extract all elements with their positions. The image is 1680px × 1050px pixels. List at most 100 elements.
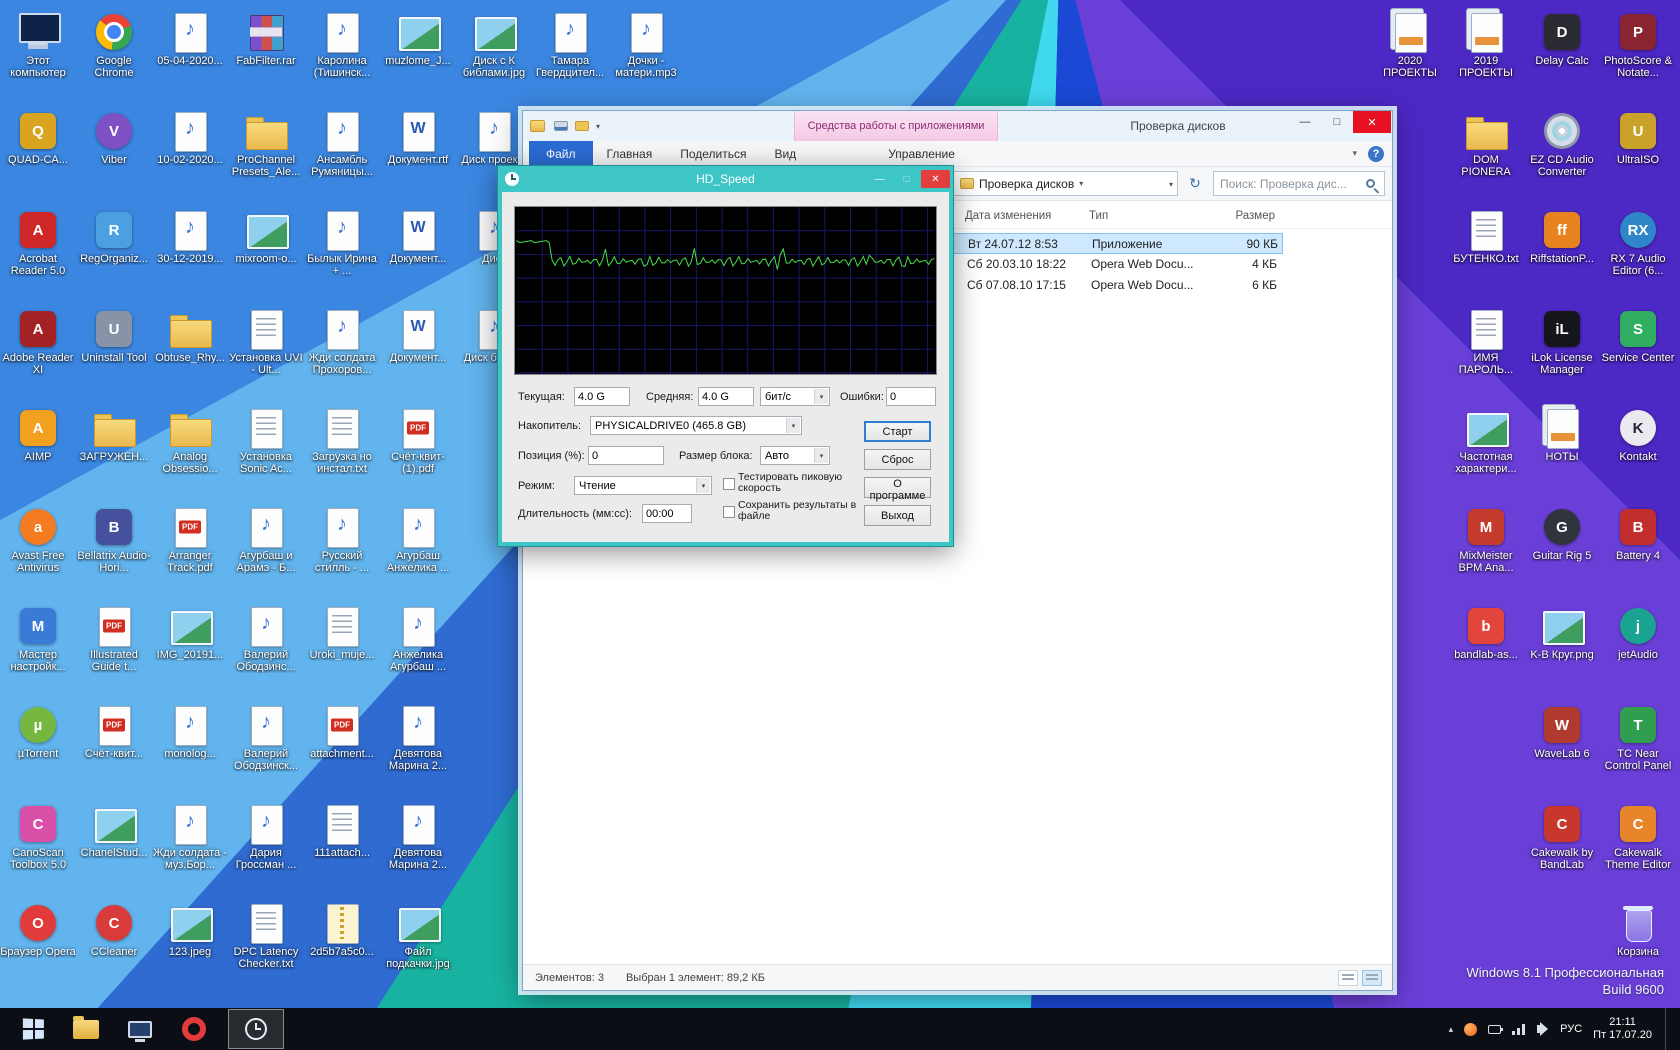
errors-input[interactable]: [886, 387, 936, 406]
maximize-button[interactable]: □: [894, 170, 919, 188]
desktop-icon[interactable]: R RegOrganiz...: [76, 204, 152, 303]
desktop-icon[interactable]: IMG_20191...: [152, 600, 228, 699]
breadcrumb[interactable]: Проверка дисков ▾: [956, 172, 1087, 195]
language-indicator[interactable]: РУС: [1560, 1023, 1582, 1035]
start-button[interactable]: [10, 1008, 58, 1050]
column-header-date[interactable]: Дата изменения: [965, 210, 1083, 222]
refresh-button[interactable]: ↻: [1184, 175, 1206, 191]
desktop-icon[interactable]: Illustrated Guide t...: [76, 600, 152, 699]
taskbar-opera-button[interactable]: [172, 1008, 216, 1050]
show-desktop-button[interactable]: [1665, 1008, 1672, 1050]
desktop-icon[interactable]: 2d5b7a5c0...: [304, 897, 380, 996]
duration-input[interactable]: [642, 504, 692, 523]
minimize-button[interactable]: —: [867, 170, 892, 188]
desktop-icon[interactable]: A AIMP: [0, 402, 76, 501]
desktop-icon[interactable]: Google Chrome: [76, 6, 152, 105]
desktop-icon[interactable]: 05-04-2020...: [152, 6, 228, 105]
desktop-icon[interactable]: М Мастер настройк...: [0, 600, 76, 699]
average-speed-input[interactable]: [698, 387, 754, 406]
desktop-icon[interactable]: 30-12-2019...: [152, 204, 228, 303]
desktop-icon[interactable]: Русский стилль - ...: [304, 501, 380, 600]
desktop-icon[interactable]: ИМЯ ПАРОЛЬ...: [1448, 303, 1524, 402]
tab-file[interactable]: Файл: [529, 141, 593, 166]
desktop-icon[interactable]: K-В Круг.png: [1524, 600, 1600, 699]
desktop-icon[interactable]: Счёт-квит...: [76, 699, 152, 798]
qat-chevron-down-icon[interactable]: ▾: [596, 122, 600, 131]
desktop-icon[interactable]: C CCleaner: [76, 897, 152, 996]
desktop-icon[interactable]: Uroki_muje...: [304, 600, 380, 699]
desktop-icon[interactable]: Ансамбль Румяницы...: [304, 105, 380, 204]
taskbar-hdspeed-button[interactable]: [228, 1009, 284, 1049]
help-icon[interactable]: ?: [1368, 145, 1384, 162]
desktop-icon[interactable]: 123.jpeg: [152, 897, 228, 996]
desktop-icon[interactable]: Документ...: [380, 204, 456, 303]
desktop-icon[interactable]: Дария Гроссман ...: [228, 798, 304, 897]
desktop-icon[interactable]: Счёт-квит-(1).pdf: [380, 402, 456, 501]
desktop-icon[interactable]: Установка Sonic Ac...: [228, 402, 304, 501]
desktop-icon[interactable]: НОТЫ: [1524, 402, 1600, 501]
column-header-type[interactable]: Тип: [1089, 210, 1207, 222]
desktop-icon[interactable]: W WaveLab 6: [1524, 699, 1600, 798]
desktop-icon[interactable]: A Acrobat Reader 5.0: [0, 204, 76, 303]
desktop-icon[interactable]: БУТЕНКО.txt: [1448, 204, 1524, 303]
taskbar-app-button[interactable]: [118, 1008, 162, 1050]
desktop-icon[interactable]: Частотная характери...: [1448, 402, 1524, 501]
desktop-icon[interactable]: 2020 ПРОЕКТЫ: [1372, 6, 1448, 105]
desktop-icon[interactable]: EZ CD Audio Converter: [1524, 105, 1600, 204]
desktop-icon[interactable]: ChanelStud...: [76, 798, 152, 897]
desktop-icon[interactable]: Валерий Ободзинск...: [228, 699, 304, 798]
tab-manage[interactable]: Управление: [874, 141, 969, 166]
desktop-icon[interactable]: DOM PIONERA: [1448, 105, 1524, 204]
desktop-icon[interactable]: U UltraISO: [1600, 105, 1676, 204]
save-results-checkbox[interactable]: [723, 506, 735, 518]
desktop-icon[interactable]: a Avast Free Antivirus: [0, 501, 76, 600]
test-peak-checkbox[interactable]: [723, 478, 735, 490]
close-button[interactable]: ✕: [921, 170, 950, 188]
desktop-icon[interactable]: V Viber: [76, 105, 152, 204]
desktop-icon[interactable]: Документ.rtf: [380, 105, 456, 204]
tray-volume-icon[interactable]: [1537, 1022, 1549, 1036]
desktop-icon[interactable]: Девятова Марина 2...: [380, 798, 456, 897]
close-button[interactable]: ✕: [1353, 111, 1391, 133]
desktop-icon[interactable]: Obtuse_Rhy...: [152, 303, 228, 402]
desktop-icon[interactable]: P PhotoScore & Notate...: [1600, 6, 1676, 105]
desktop-icon[interactable]: Агурбаш и Арамэ - Б...: [228, 501, 304, 600]
tray-avast-icon[interactable]: [1464, 1022, 1478, 1036]
desktop-icon[interactable]: attachment...: [304, 699, 380, 798]
start-button[interactable]: Старт: [864, 421, 931, 442]
tab-share[interactable]: Поделиться: [666, 141, 760, 166]
desktop-icon[interactable]: Былык Ирина + ...: [304, 204, 380, 303]
desktop-icon[interactable]: µ µTorrent: [0, 699, 76, 798]
desktop-icon[interactable]: mixroom-o...: [228, 204, 304, 303]
desktop-icon[interactable]: muzlome_J...: [380, 6, 456, 105]
address-dropdown-icon[interactable]: ▾: [1169, 180, 1173, 189]
desktop-icon[interactable]: Этот компьютер: [0, 6, 76, 105]
tray-power-icon[interactable]: [1488, 1024, 1504, 1034]
desktop-icon[interactable]: 10-02-2020...: [152, 105, 228, 204]
mode-select[interactable]: Чтение ▾: [574, 476, 712, 495]
desktop-icon[interactable]: Arranger Track.pdf: [152, 501, 228, 600]
desktop-icon[interactable]: DPC Latency Checker.txt: [228, 897, 304, 996]
desktop-icon[interactable]: b bandlab-as...: [1448, 600, 1524, 699]
drive-select[interactable]: PHYSICALDRIVE0 (465.8 GB) ▾: [590, 416, 802, 435]
desktop-icon[interactable]: j jetAudio: [1600, 600, 1676, 699]
desktop-icon[interactable]: T TC Near Control Panel: [1600, 699, 1676, 798]
desktop-icon[interactable]: C Cakewalk by BandLab: [1524, 798, 1600, 897]
desktop-icon[interactable]: monolog...: [152, 699, 228, 798]
desktop-icon[interactable]: M MixMeister BPM Ana...: [1448, 501, 1524, 600]
desktop-icon[interactable]: G Guitar Rig 5: [1524, 501, 1600, 600]
desktop-icon[interactable]: D Delay Calc: [1524, 6, 1600, 105]
desktop-icon[interactable]: ProChannel Presets_Ale...: [228, 105, 304, 204]
taskbar-explorer-button[interactable]: [64, 1008, 108, 1050]
tab-view[interactable]: Вид: [760, 141, 810, 166]
desktop-icon[interactable]: Анжелика Агурбаш ...: [380, 600, 456, 699]
desktop-icon[interactable]: Диск с К библами.jpg: [456, 6, 532, 105]
tab-home[interactable]: Главная: [593, 141, 667, 166]
search-box[interactable]: Поиск: Проверка дис...: [1213, 171, 1385, 196]
desktop-icon[interactable]: Дочки - матери.mp3: [608, 6, 684, 105]
maximize-button[interactable]: □: [1321, 111, 1353, 133]
desktop-icon[interactable]: Файл подкачки.jpg: [380, 897, 456, 996]
desktop-icon[interactable]: Документ...: [380, 303, 456, 402]
taskbar-clock[interactable]: 21:11 Пт 17.07.20: [1593, 1016, 1652, 1042]
exit-button[interactable]: Выход: [864, 505, 931, 526]
